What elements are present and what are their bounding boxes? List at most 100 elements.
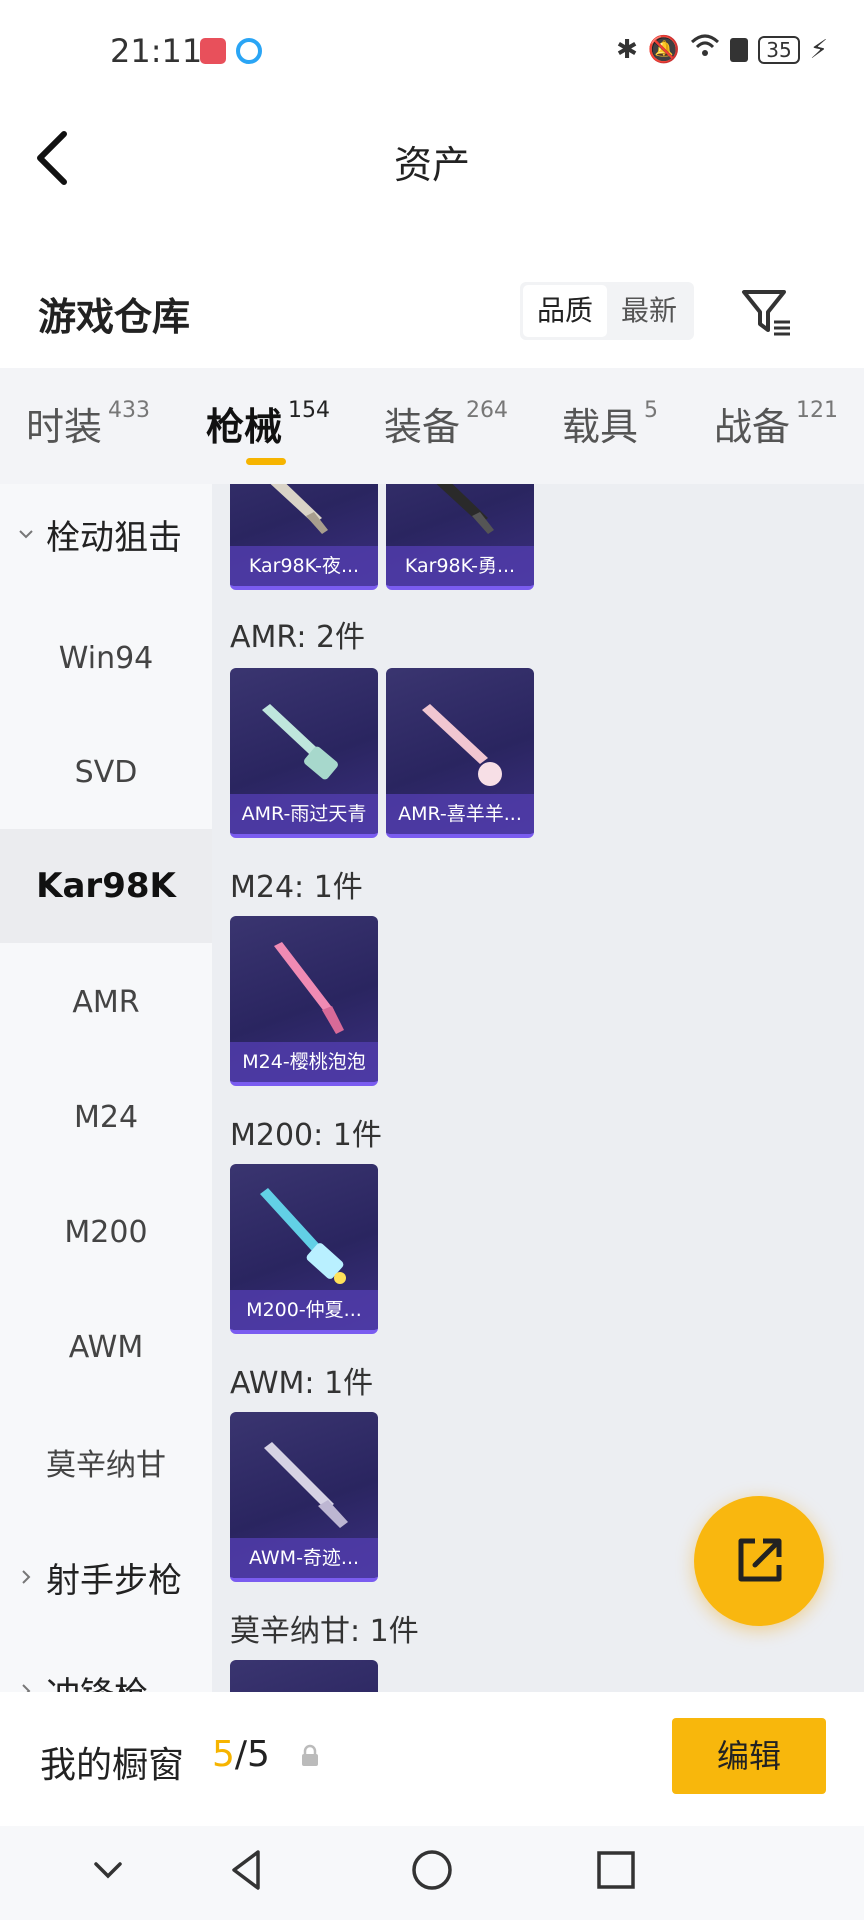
home-circle-icon [412, 1850, 452, 1890]
sidebar-item-win94[interactable]: Win94 [0, 601, 212, 715]
sidebar-group-label: 栓动狙击 [46, 517, 182, 558]
showcase-count-current: 5 [212, 1734, 235, 1775]
tab-count: 264 [466, 398, 509, 423]
skin-card-name: M200-仲夏... [230, 1290, 378, 1330]
chevron-down-icon [94, 1862, 122, 1879]
skin-card-name: Kar98K-勇... [386, 546, 534, 586]
group-label-awm: AWM: 1件 [230, 1366, 374, 1401]
warehouse-header: 游戏仓库 品质 最新 [0, 270, 864, 350]
sidebar-item-label: AMR [72, 984, 140, 1020]
tab-label: 时装 [26, 405, 103, 449]
charging-icon: ⚡ [809, 34, 828, 65]
skin-card[interactable]: AWM-奇迹... [230, 1412, 378, 1582]
category-tabs: 时装 433 枪械 154 装备 264 载具 5 战备 121 [0, 368, 864, 484]
recents-square-icon [597, 1851, 635, 1889]
tab-vehicles[interactable]: 载具 5 [562, 396, 658, 451]
showcase-bar: 我的橱窗 5/5 编辑 [0, 1692, 864, 1826]
showcase-label: 我的橱窗 [40, 1745, 185, 1786]
sidebar-group-bolt-action[interactable]: 栓动狙击 [0, 484, 212, 584]
tab-firearms[interactable]: 枪械 154 [206, 396, 330, 451]
share-fab[interactable] [694, 1496, 824, 1626]
skin-card[interactable]: M200-仲夏... [230, 1164, 378, 1334]
tab-label: 战备 [714, 405, 791, 449]
status-time: 21:11 [110, 32, 203, 70]
rifle-skin-icon [422, 704, 502, 786]
sidebar-item-label: M200 [64, 1214, 148, 1250]
tab-supplies[interactable]: 战备 121 [714, 396, 838, 451]
weapon-type-sidebar: 栓动狙击 Win94 SVD Kar98K AMR M24 M200 AWM 莫… [0, 484, 212, 1692]
group-label-amr: AMR: 2件 [230, 620, 366, 655]
nav-collapse-button[interactable] [78, 1840, 138, 1900]
sidebar-item-m200[interactable]: M200 [0, 1175, 212, 1289]
showcase-count-total: /5 [234, 1734, 270, 1775]
tab-label: 载具 [562, 405, 639, 449]
sort-option-newest[interactable]: 最新 [607, 285, 691, 337]
share-icon [738, 1538, 782, 1582]
sidebar-group-marksman[interactable]: 射手步枪 [0, 1520, 212, 1634]
sidebar-item-awm[interactable]: AWM [0, 1290, 212, 1404]
edit-button[interactable]: 编辑 [672, 1718, 826, 1794]
header: 资产 [0, 110, 864, 200]
sidebar-item-label: Kar98K [36, 866, 176, 906]
tab-count: 121 [796, 398, 839, 423]
sidebar-item-kar98k[interactable]: Kar98K [0, 829, 212, 943]
lock-icon [302, 1744, 318, 1766]
group-label-mosin: 莫辛纳甘: 1件 [230, 1614, 419, 1649]
bluetooth-icon: ✱ [616, 34, 638, 65]
nav-back-button[interactable] [218, 1840, 278, 1900]
nav-recents-button[interactable] [586, 1840, 646, 1900]
app-notification-icon [200, 38, 226, 64]
tab-label: 枪械 [206, 405, 283, 449]
rifle-skin-icon [262, 704, 338, 780]
tab-count: 433 [108, 398, 151, 423]
filter-icon [742, 290, 790, 336]
system-nav-bar [0, 1826, 864, 1920]
sidebar-item-label: SVD [74, 754, 138, 790]
sidebar-group-smg[interactable]: 冲锋枪 [0, 1634, 212, 1692]
sidebar-item-label: M24 [73, 1099, 139, 1135]
skin-card-name: AMR-喜羊羊... [386, 794, 534, 834]
tab-equipment[interactable]: 装备 264 [384, 396, 508, 451]
rifle-skin-icon [274, 942, 344, 1034]
wifi-icon [690, 34, 720, 65]
skin-card-name: Kar98K-夜... [230, 546, 378, 586]
app-notification-icon-2 [236, 38, 262, 64]
sidebar-item-label: AWM [68, 1329, 144, 1365]
mute-icon: 🔕 [647, 34, 681, 65]
sort-option-quality[interactable]: 品质 [523, 285, 607, 337]
sidebar-item-mosin[interactable]: 莫辛纳甘 [0, 1405, 212, 1519]
rifle-skin-icon [260, 1188, 346, 1284]
status-icons: ✱ 🔕 35 ⚡ [616, 34, 828, 65]
sidebar-group-label: 射手步枪 [46, 1560, 182, 1601]
skin-card[interactable]: Kar98K-夜... [230, 484, 378, 590]
nav-home-button[interactable] [402, 1840, 462, 1900]
active-tab-indicator [246, 458, 286, 465]
back-triangle-icon [232, 1850, 260, 1890]
section-heading: 游戏仓库 [38, 295, 191, 339]
sidebar-item-svd[interactable]: SVD [0, 715, 212, 829]
group-label-m200: M200: 1件 [230, 1118, 382, 1153]
filter-button[interactable] [738, 284, 794, 340]
page-title: 资产 [393, 143, 470, 187]
rifle-skin-icon [270, 484, 328, 534]
sort-toggle: 品质 最新 [520, 282, 694, 340]
skin-card[interactable]: M24-樱桃泡泡 [230, 916, 378, 1086]
skin-card-name: AMR-雨过天青 [230, 794, 378, 834]
sidebar-item-label: 莫辛纳甘 [46, 1448, 166, 1483]
group-label-m24: M24: 1件 [230, 870, 363, 905]
sidebar-item-m24[interactable]: M24 [0, 1060, 212, 1174]
tab-count: 154 [288, 398, 331, 423]
showcase-count: 5/5 [212, 1734, 270, 1775]
sidebar-group-label: 冲锋枪 [46, 1667, 148, 1693]
tab-fashion[interactable]: 时装 433 [26, 396, 150, 451]
status-bar: 21:11 ✱ 🔕 35 ⚡ [0, 0, 864, 110]
chevron-down-icon [19, 530, 33, 539]
sim-icon [730, 37, 749, 62]
sidebar-item-amr[interactable]: AMR [0, 945, 212, 1059]
tab-label: 装备 [384, 405, 461, 449]
skin-card[interactable]: AMR-雨过天青 [230, 668, 378, 838]
skin-card[interactable] [230, 1660, 378, 1692]
battery-indicator: 35 [758, 35, 800, 64]
skin-card[interactable]: Kar98K-勇... [386, 484, 534, 590]
skin-card[interactable]: AMR-喜羊羊... [386, 668, 534, 838]
